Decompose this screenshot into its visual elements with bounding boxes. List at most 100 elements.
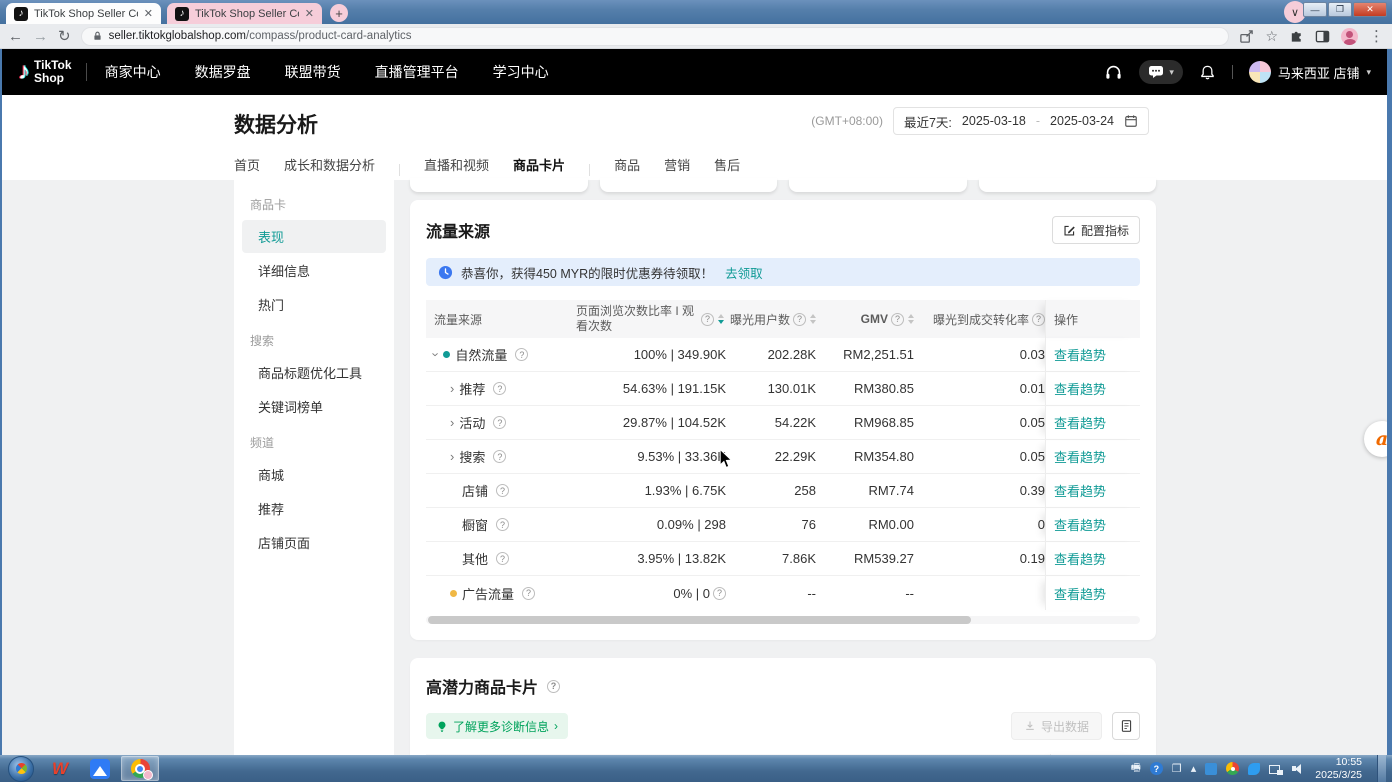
tray-help-icon[interactable]: ? — [1150, 762, 1163, 775]
table-row-organic[interactable]: ›自然流量 100% | 349.90K 202.28K RM2,251.51 … — [426, 338, 1140, 372]
volume-icon[interactable] — [1292, 763, 1306, 775]
chat-selector[interactable]: ▾ — [1139, 60, 1183, 84]
table-row-shop[interactable]: 店铺 1.93% | 6.75K 258 RM7.74 0.39 查看趋势 — [426, 474, 1140, 508]
tab-growth-analytics[interactable]: 成长和数据分析 — [284, 155, 375, 184]
tab-home[interactable]: 首页 — [234, 155, 260, 184]
table-row-recommend[interactable]: ›推荐 54.63% | 191.15K 130.01K RM380.85 0.… — [426, 372, 1140, 406]
expand-icon[interactable]: › — [450, 416, 454, 429]
help-icon[interactable] — [1032, 313, 1045, 326]
sort-icon[interactable] — [718, 314, 724, 324]
nav-item-affiliate[interactable]: 联盟带货 — [285, 62, 341, 82]
date-end: 2025-03-24 — [1050, 114, 1114, 128]
browser-tab-1[interactable]: ♪ TikTok Shop Seller Center | Cr ✕ — [6, 3, 161, 24]
view-trend-link[interactable]: 查看趋势 — [1054, 447, 1106, 466]
help-icon[interactable] — [515, 348, 528, 361]
nav-item-data-compass[interactable]: 数据罗盘 — [195, 62, 251, 82]
view-trend-link[interactable]: 查看趋势 — [1054, 481, 1106, 500]
tray-chrome-icon[interactable] — [1226, 762, 1239, 775]
network-icon[interactable] — [1269, 763, 1283, 775]
profile-avatar-icon[interactable] — [1341, 28, 1358, 45]
sidebar-item-keyword-ranking[interactable]: 关键词榜单 — [242, 390, 386, 423]
maximize-button[interactable]: ❐ — [1328, 2, 1352, 17]
close-button[interactable]: ✕ — [1353, 2, 1387, 17]
sidebar-item-title-optimizer[interactable]: 商品标题优化工具 — [242, 356, 386, 389]
account-switcher[interactable]: 马来西亚 店铺 ▾ — [1249, 61, 1371, 83]
date-range-picker[interactable]: 最近7天: 2025-03-18 - 2025-03-24 — [893, 107, 1149, 135]
sidebar-item-details[interactable]: 详细信息 — [242, 254, 386, 287]
sidebar-item-mall[interactable]: 商城 — [242, 458, 386, 491]
taskbar-chrome-icon[interactable] — [121, 756, 159, 781]
table-row-others[interactable]: 其他 3.95% | 13.82K 7.86K RM539.27 0.19 查看… — [426, 542, 1140, 576]
aliwangwang-float-widget[interactable]: a — [1364, 421, 1392, 457]
help-icon[interactable] — [493, 450, 506, 463]
view-trend-link[interactable]: 查看趋势 — [1054, 515, 1106, 534]
tab-close-icon[interactable]: ✕ — [144, 7, 153, 20]
minimize-button[interactable]: — — [1303, 2, 1327, 17]
new-tab-button[interactable]: + — [330, 4, 348, 22]
help-icon[interactable] — [493, 382, 506, 395]
tray-window-icon[interactable]: ❒ — [1172, 762, 1182, 775]
help-icon[interactable] — [522, 587, 535, 600]
help-icon[interactable] — [493, 416, 506, 429]
report-doc-button[interactable] — [1112, 712, 1140, 740]
headset-icon[interactable] — [1104, 63, 1123, 82]
tiktok-shop-logo[interactable]: ♪ TikTokShop — [18, 58, 72, 86]
claim-coupon-link[interactable]: 去领取 — [725, 263, 763, 282]
horizontal-scrollbar[interactable] — [426, 616, 1140, 624]
help-icon[interactable] — [891, 313, 904, 326]
scrollbar-thumb[interactable] — [428, 616, 971, 624]
table-row-showcase[interactable]: 橱窗 0.09% | 298 76 RM0.00 0 查看趋势 — [426, 508, 1140, 542]
sidebar-item-recommend[interactable]: 推荐 — [242, 492, 386, 525]
taskbar-wps-icon[interactable]: W — [41, 756, 79, 781]
sidebar-item-performance[interactable]: 表现 — [242, 220, 386, 253]
nav-item-live-manager[interactable]: 直播管理平台 — [375, 62, 459, 82]
tray-app-blue-icon[interactable] — [1205, 763, 1217, 775]
forward-icon[interactable]: → — [33, 29, 48, 44]
table-row-campaign[interactable]: ›活动 29.87% | 104.52K 54.22K RM968.85 0.0… — [426, 406, 1140, 440]
diagnosis-link[interactable]: 了解更多诊断信息 › — [426, 713, 568, 739]
view-trend-link[interactable]: 查看趋势 — [1054, 345, 1106, 364]
taskbar-mountain-app-icon[interactable] — [81, 756, 119, 781]
view-trend-link[interactable]: 查看趋势 — [1054, 379, 1106, 398]
notification-bell-icon[interactable] — [1199, 64, 1216, 81]
help-icon[interactable] — [713, 587, 726, 600]
expand-icon[interactable]: › — [450, 382, 454, 395]
view-trend-link[interactable]: 查看趋势 — [1054, 413, 1106, 432]
browser-tab-2[interactable]: ♪ TikTok Shop Seller Center | Cr ✕ — [167, 3, 322, 24]
nav-item-seller-center[interactable]: 商家中心 — [105, 62, 161, 82]
help-icon[interactable] — [793, 313, 806, 326]
url-bar[interactable]: seller.tiktokglobalshop.com/compass/prod… — [81, 27, 1230, 46]
start-button[interactable] — [8, 756, 34, 782]
nav-item-academy[interactable]: 学习中心 — [493, 62, 549, 82]
bookmark-star-icon[interactable]: ☆ — [1265, 29, 1278, 43]
sidebar-item-shop-page[interactable]: 店铺页面 — [242, 526, 386, 559]
tray-thunder-icon[interactable] — [1248, 763, 1260, 775]
show-desktop-button[interactable] — [1377, 755, 1386, 782]
expand-icon[interactable]: › — [450, 450, 454, 463]
share-icon[interactable] — [1239, 29, 1254, 44]
collapse-icon[interactable]: › — [430, 352, 443, 356]
tray-show-hidden-icon[interactable]: ▴ — [1191, 762, 1197, 775]
view-trend-link[interactable]: 查看趋势 — [1054, 549, 1106, 568]
help-icon[interactable] — [701, 313, 714, 326]
row-gmv: RM968.85 — [816, 415, 914, 430]
menu-kebab-icon[interactable]: ⋮ — [1369, 29, 1384, 44]
help-icon[interactable] — [496, 518, 509, 531]
tray-printer-icon[interactable]: 🖷 — [1130, 759, 1140, 778]
refresh-icon[interactable]: ↻ — [58, 29, 71, 44]
view-trend-link[interactable]: 查看趋势 — [1054, 584, 1106, 603]
table-row-search[interactable]: ›搜索 9.53% | 33.36K 22.29K RM354.80 0.05 … — [426, 440, 1140, 474]
help-icon[interactable] — [547, 680, 560, 693]
extensions-puzzle-icon[interactable] — [1289, 29, 1304, 44]
configure-metrics-button[interactable]: 配置指标 — [1052, 216, 1140, 244]
table-row-ads[interactable]: 广告流量 0% | 0 -- -- 查看趋势 — [426, 576, 1140, 610]
sidepanel-icon[interactable] — [1315, 29, 1330, 44]
sidebar-item-trending[interactable]: 热门 — [242, 288, 386, 321]
back-icon[interactable]: ← — [8, 29, 23, 44]
export-data-button[interactable]: 导出数据 — [1011, 712, 1102, 740]
taskbar-clock[interactable]: 10:55 2025/3/25 — [1315, 756, 1368, 781]
help-icon[interactable] — [496, 552, 509, 565]
help-icon[interactable] — [496, 484, 509, 497]
tab-close-icon[interactable]: ✕ — [305, 7, 314, 20]
row-cvr: 0.39 — [914, 483, 1045, 498]
